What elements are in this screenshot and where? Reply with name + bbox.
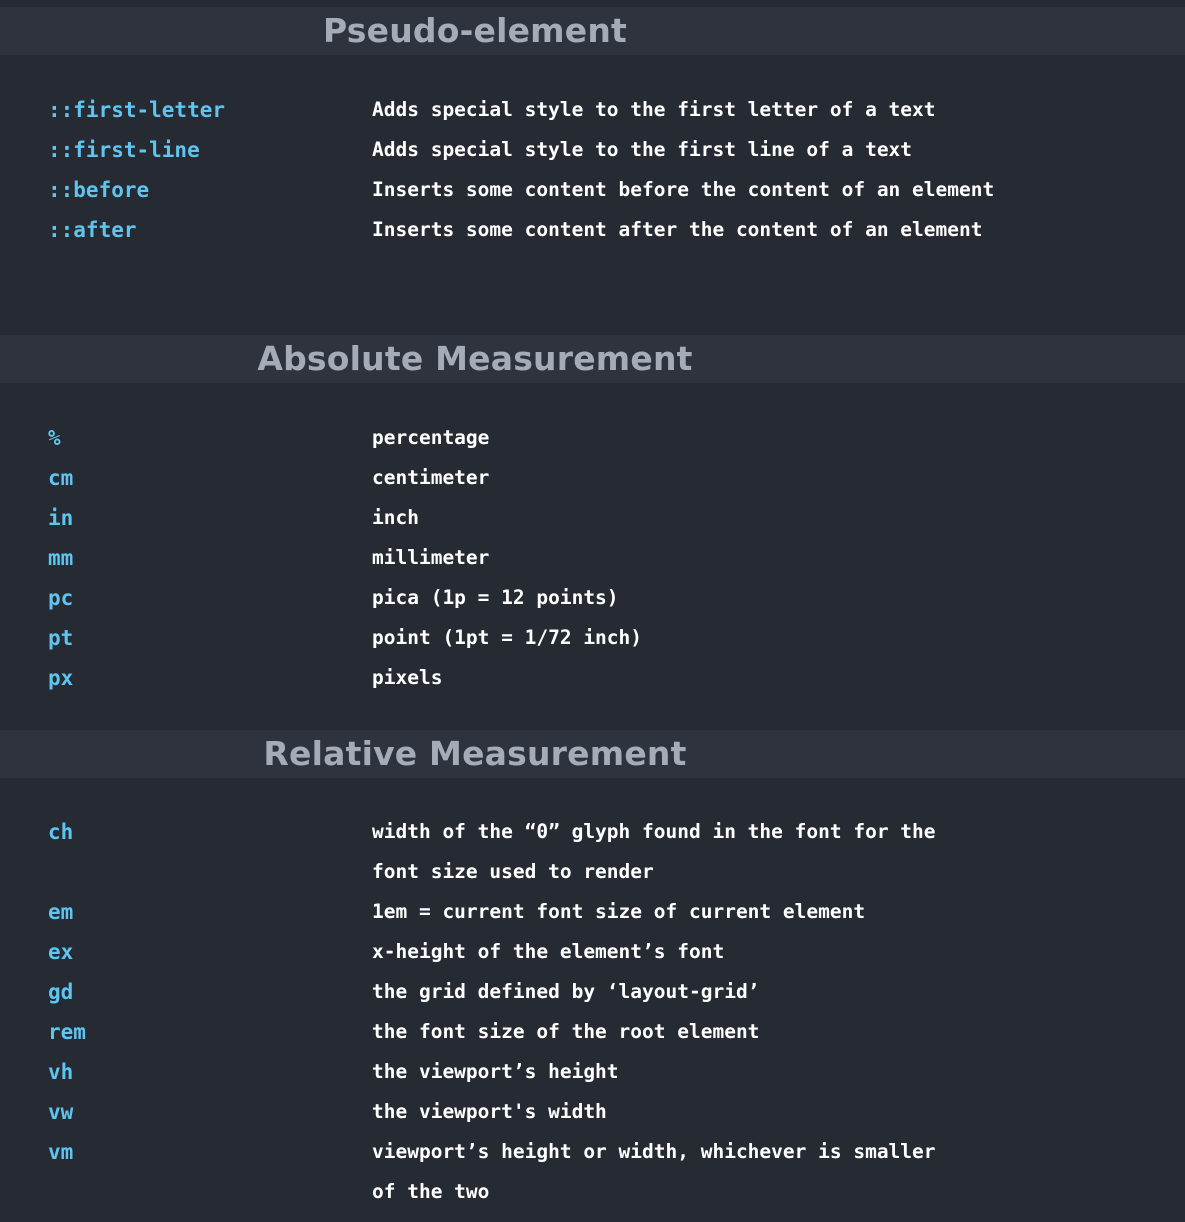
section-header-pseudo-element: Pseudo-element (0, 7, 1185, 55)
table-row: em 1em = current font size of current el… (0, 892, 1185, 932)
table-row: cm centimeter (0, 458, 1185, 498)
row-key: vh (48, 1060, 74, 1084)
row-description: pixels (372, 666, 443, 689)
row-key: vw (48, 1100, 74, 1124)
section-title: Absolute Measurement (257, 339, 693, 378)
table-row: mm millimeter (0, 538, 1185, 578)
table-row: pt point (1pt = 1/72 inch) (0, 618, 1185, 658)
row-description: centimeter (372, 466, 490, 489)
table-row-continuation: font size used to render (0, 852, 1185, 892)
row-description: 1em = current font size of current eleme… (372, 900, 866, 923)
section-header-absolute-measurement: Absolute Measurement (0, 335, 1185, 383)
row-key: pt (48, 626, 74, 650)
table-row-continuation: of the two (0, 1172, 1185, 1212)
row-key: mm (48, 546, 74, 570)
table-row: rem the font size of the root element (0, 1012, 1185, 1052)
table-row: ch width of the “0” glyph found in the f… (0, 812, 1185, 852)
row-description: the grid defined by ‘layout-grid’ (372, 980, 760, 1003)
row-description: pica (1p = 12 points) (372, 586, 619, 609)
row-key: in (48, 506, 74, 530)
row-key: ::first-line (48, 138, 200, 162)
row-description: Adds special style to the first line of … (372, 138, 913, 161)
row-description: Inserts some content after the content o… (372, 218, 983, 241)
table-row: vw the viewport's width (0, 1092, 1185, 1132)
row-key: pc (48, 586, 74, 610)
row-key: ::first-letter (48, 98, 226, 122)
row-description: viewport’s height or width, whichever is… (372, 1140, 936, 1163)
row-description-continuation: of the two (372, 1180, 490, 1203)
row-key: px (48, 666, 74, 690)
row-description: the font size of the root element (372, 1020, 760, 1043)
table-row: ex x-height of the element’s font (0, 932, 1185, 972)
row-description: inch (372, 506, 419, 529)
row-key: % (48, 426, 61, 450)
row-key: vm (48, 1140, 74, 1164)
row-description: the viewport's width (372, 1100, 607, 1123)
table-row: vm viewport’s height or width, whichever… (0, 1132, 1185, 1172)
table-row: in inch (0, 498, 1185, 538)
section-title: Pseudo-element (322, 11, 628, 50)
table-row: ::after Inserts some content after the c… (0, 210, 1185, 250)
section-title: Relative Measurement (263, 734, 687, 773)
table-row: ::first-line Adds special style to the f… (0, 130, 1185, 170)
row-key: ::after (48, 218, 137, 242)
table-row: vh the viewport’s height (0, 1052, 1185, 1092)
row-description: point (1pt = 1/72 inch) (372, 626, 643, 649)
row-key: ch (48, 820, 74, 844)
row-description-continuation: font size used to render (372, 860, 654, 883)
row-description: x-height of the element’s font (372, 940, 725, 963)
row-description: the viewport’s height (372, 1060, 619, 1083)
row-key: rem (48, 1020, 86, 1044)
table-row: ::first-letter Adds special style to the… (0, 90, 1185, 130)
row-description: Adds special style to the first letter o… (372, 98, 936, 121)
row-description: width of the “0” glyph found in the font… (372, 820, 936, 843)
table-row: % percentage (0, 418, 1185, 458)
row-description: millimeter (372, 546, 490, 569)
row-key: ::before (48, 178, 150, 202)
table-row: gd the grid defined by ‘layout-grid’ (0, 972, 1185, 1012)
row-description: Inserts some content before the content … (372, 178, 995, 201)
row-key: gd (48, 980, 74, 1004)
table-row: px pixels (0, 658, 1185, 698)
table-row: ::before Inserts some content before the… (0, 170, 1185, 210)
row-key: em (48, 900, 74, 924)
table-row: pc pica (1p = 12 points) (0, 578, 1185, 618)
row-description: percentage (372, 426, 490, 449)
row-key: cm (48, 466, 74, 490)
row-key: ex (48, 940, 74, 964)
section-header-relative-measurement: Relative Measurement (0, 730, 1185, 778)
